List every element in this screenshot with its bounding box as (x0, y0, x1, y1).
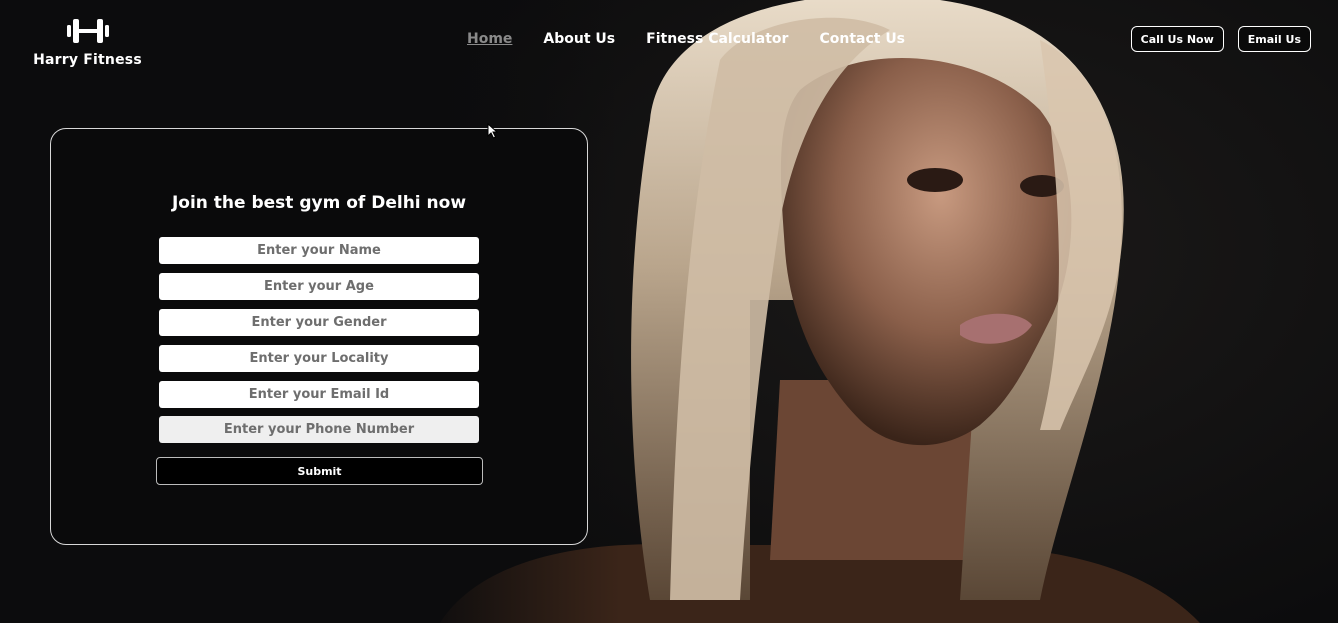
locality-input[interactable] (159, 345, 479, 372)
join-form-card: Join the best gym of Delhi now Submit (50, 128, 588, 545)
email-input[interactable] (159, 381, 479, 408)
nav-fitness-calculator[interactable]: Fitness Calculator (646, 30, 788, 48)
nav-home[interactable]: Home (467, 30, 512, 48)
header-actions: Call Us Now Email Us (1130, 26, 1311, 52)
page: Harry Fitness Home About Us Fitness Calc… (0, 0, 1338, 623)
submit-button[interactable]: Submit (156, 457, 483, 485)
name-input[interactable] (159, 237, 479, 264)
dumbbell-icon (66, 19, 109, 43)
phone-input[interactable] (159, 416, 479, 443)
nav-contact-us[interactable]: Contact Us (819, 30, 905, 48)
email-us-button[interactable]: Email Us (1237, 26, 1311, 52)
main-nav: Home About Us Fitness Calculator Contact… (467, 30, 905, 48)
mouse-cursor-icon (487, 123, 499, 139)
brand-name: Harry Fitness (33, 52, 142, 68)
call-us-button[interactable]: Call Us Now (1130, 26, 1224, 52)
nav-about-us[interactable]: About Us (543, 30, 615, 48)
age-input[interactable] (159, 273, 479, 300)
form-title: Join the best gym of Delhi now (171, 193, 467, 213)
gender-input[interactable] (159, 309, 479, 336)
brand-logo[interactable]: Harry Fitness (30, 16, 145, 68)
